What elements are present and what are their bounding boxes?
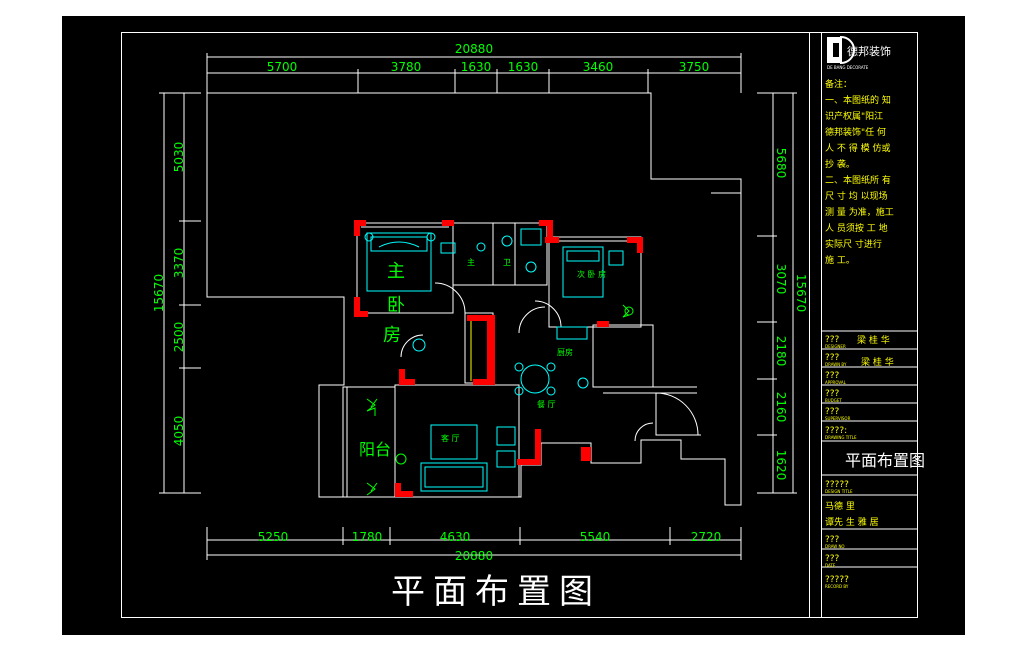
dim-top-6: 3750 — [679, 60, 710, 74]
dim-right-5: 1620 — [774, 450, 788, 481]
dim-right-3: 2180 — [774, 336, 788, 367]
room-wash-label: 卫 — [503, 258, 511, 267]
note-line: 实际尺 寸进行 — [825, 238, 882, 250]
notes-list: 一、本图纸的 知 识产权属"阳江 德邦装饰"任 何 人 不 得 模 仿或 抄 袭… — [825, 94, 894, 266]
note-line: 德邦装饰"任 何 — [825, 126, 886, 138]
row-drawn-name: 梁 桂 华 — [861, 356, 894, 368]
note-line: 一、本图纸的 知 — [825, 94, 891, 106]
sheet-name: 平面布置图 — [845, 451, 925, 470]
dim-bottom-2: 1780 — [352, 530, 383, 544]
dim-right-1: 5680 — [774, 148, 788, 179]
dim-top-4: 1630 — [508, 60, 539, 74]
client-line-2: 谭先 生 雅 居 — [825, 516, 879, 528]
row-last-sub: RECORD BY — [825, 584, 849, 589]
client-line-1: 马德 里 — [825, 500, 855, 512]
row-budget-sub: BUDGET — [825, 398, 842, 403]
note-line: 人 不 得 模 仿或 — [825, 142, 890, 154]
room-second-bed-label: 次 卧 房 — [577, 269, 606, 279]
dim-bottom-5: 2720 — [691, 530, 722, 544]
dim-top-1: 5700 — [267, 60, 298, 74]
row-drawn-sub: DRAWN BY — [825, 362, 847, 367]
room-master-label-3: 房 — [383, 325, 401, 346]
company-name-en: DE BANG DECORATE — [827, 65, 869, 70]
building-outline — [206, 92, 742, 506]
dim-overall-right: 15670 — [794, 274, 808, 312]
room-master-label-1: 主 — [387, 261, 405, 282]
dim-overall-top: 20880 — [455, 42, 493, 56]
dim-left-2: 3370 — [172, 248, 186, 279]
note-line: 测 量 为准，施工 — [825, 206, 894, 218]
company-name: 德邦装饰 — [847, 44, 891, 58]
dim-top-3: 1630 — [461, 60, 492, 74]
note-line: 施 工。 — [825, 254, 855, 266]
room-living-label: 客 厅 — [441, 433, 460, 443]
dim-left-1: 5030 — [172, 142, 186, 173]
dim-right-4: 2160 — [774, 392, 788, 423]
dim-left-4: 4050 — [172, 416, 186, 447]
dim-top-2: 3780 — [391, 60, 422, 74]
note-line: 抄 袭。 — [825, 158, 855, 170]
note-line: 尺 寸 均 以现场 — [825, 190, 888, 202]
row-designer-name: 梁 桂 华 — [857, 334, 890, 346]
row-scale-sub: DRAWING TITLE — [825, 435, 857, 440]
row-no-sub: DRAW NO — [825, 544, 845, 549]
floor-plan-svg: 20880 5700 3780 1630 1630 3460 3750 5250… — [61, 15, 966, 636]
row-date-sub: DATE — [825, 563, 836, 568]
note-line: 识产权属"阳江 — [825, 110, 883, 122]
dim-top-5: 3460 — [583, 60, 614, 74]
title-block: 德邦装饰 DE BANG DECORATE 备注： 一、本图纸的 知 识产权属"… — [822, 35, 925, 589]
drawing-sheet: 20880 5700 3780 1630 1630 3460 3750 5250… — [61, 15, 966, 636]
room-bath-label: 主 — [467, 257, 475, 267]
dim-overall-left: 15670 — [152, 274, 166, 312]
room-dining-label: 餐 厅 — [537, 400, 556, 409]
drawing-title: 平面布置图 — [391, 572, 601, 612]
note-line: 人 员须按 工 地 — [825, 222, 888, 234]
row-approved-sub: APPROVAL — [825, 380, 847, 385]
room-balcony-label: 阳台 — [359, 440, 391, 459]
dim-right-2: 3070 — [774, 264, 788, 295]
room-kitchen-label: 厨房 — [557, 347, 573, 357]
dim-bottom-1: 5250 — [258, 530, 289, 544]
note-line: 二、本图纸所 有 — [825, 174, 891, 186]
row-title-sub: DESIGN TITLE — [825, 489, 853, 494]
row-super-sub: SUPERVISOR — [825, 416, 851, 421]
row-designer-sub: DESIGNER — [825, 344, 846, 349]
dim-overall-bottom: 20880 — [455, 549, 493, 563]
dim-bottom-3: 4630 — [440, 530, 471, 544]
room-master-label-2: 卧 — [387, 295, 405, 316]
dim-bottom-4: 5540 — [580, 530, 611, 544]
dim-left-3: 2500 — [172, 322, 186, 353]
notes-title: 备注： — [825, 78, 852, 90]
